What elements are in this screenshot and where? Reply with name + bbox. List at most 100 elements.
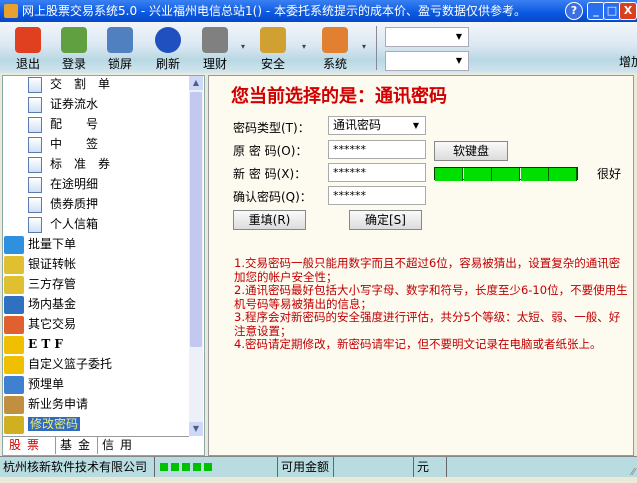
toolbar-button-6[interactable]: 系统 — [312, 24, 358, 72]
security-dropdown-arrow[interactable]: ▾ — [302, 42, 306, 51]
available-label: 可用金额 — [278, 457, 334, 477]
new-password-field[interactable]: ****** — [328, 163, 426, 182]
tree-item-label: 三方存管 — [28, 277, 77, 291]
tree-item[interactable]: 银证转帐 — [4, 254, 76, 274]
licai-dropdown-arrow[interactable]: ▾ — [241, 42, 245, 51]
tree-item[interactable]: 在途明细 — [28, 174, 98, 194]
menu-icon — [4, 255, 24, 274]
sidebar-tabs: 股票 基金 信用 — [3, 436, 189, 454]
menu-icon — [4, 295, 24, 314]
document-icon — [28, 116, 42, 133]
available-value — [334, 457, 414, 477]
connection-led — [204, 463, 212, 471]
scroll-up-arrow[interactable]: ▲ — [189, 76, 203, 90]
page-title: 您当前选择的是：通讯密码 — [231, 86, 447, 107]
chevron-down-icon: ▼ — [455, 56, 462, 65]
tree-item-label: E T F — [28, 337, 63, 351]
menu-icon — [4, 415, 24, 434]
menu-icon — [4, 355, 24, 374]
toolbar-add-button[interactable]: 增加 — [619, 53, 637, 70]
password-strength-bar — [434, 167, 578, 181]
tree-item[interactable]: 场内基金 — [4, 294, 76, 314]
toolbar-button-label: 系统 — [322, 57, 347, 71]
tools-icon — [322, 27, 348, 53]
connection-led — [171, 463, 179, 471]
change-password-panel: 您当前选择的是：通讯密码 密码类型(T)： 通讯密码 ▼ 原 密 码(O)： **… — [208, 75, 634, 456]
tree-item[interactable]: E T F — [4, 334, 63, 354]
toolbar: 退出 登录 锁屏 刷新 理财 安全 系统 ▾ ▾ ▾ ▼ ▼ 增加 — [0, 22, 637, 73]
tree-item[interactable]: 新业务申请 — [4, 394, 88, 414]
tree-item[interactable]: 中 签 — [28, 134, 98, 154]
toolbar-combo-2[interactable]: ▼ — [385, 51, 469, 71]
toolbar-button-label: 登录 — [61, 57, 86, 71]
tree-item-label: 证券流水 — [50, 97, 99, 111]
tree-item[interactable]: 其它交易 — [4, 314, 76, 334]
status-blank — [222, 457, 278, 477]
toolbar-button-label: 刷新 — [155, 57, 180, 71]
currency-unit: 元 — [414, 457, 447, 477]
toolbar-button-1[interactable]: 登录 — [51, 24, 97, 72]
tree-item-label: 自定义篮子委托 — [28, 357, 113, 371]
tree-item[interactable]: 批量下单 — [4, 234, 76, 254]
tree-item-label: 配 号 — [50, 117, 99, 131]
help-button[interactable]: ? — [565, 2, 583, 20]
finance-icon — [202, 27, 228, 53]
tree-item[interactable]: 配 号 — [28, 114, 98, 134]
old-password-field[interactable]: ****** — [328, 140, 426, 159]
note-line: 加您的帐户安全性； — [234, 269, 338, 284]
document-icon — [28, 196, 42, 213]
tree-item[interactable]: 证券流水 — [28, 94, 98, 114]
password-type-select[interactable]: 通讯密码 ▼ — [328, 116, 426, 135]
connection-led — [193, 463, 201, 471]
tree-item[interactable]: 标 准 券 — [28, 154, 110, 174]
old-password-label: 原 密 码(O)： — [233, 144, 308, 158]
strength-segment — [492, 168, 521, 181]
confirm-password-field[interactable]: ****** — [328, 186, 426, 205]
toolbar-button-4[interactable]: 理财 — [192, 24, 238, 72]
title-bar: 网上股票交易系统5.0 - 兴业福州电信总站1() - 本委托系统提示的成本价、… — [0, 0, 637, 22]
strength-segment — [435, 168, 463, 181]
password-notes: 1.交易密码一般只能用数字而且不超过6位，容易被猜出，设置复杂的通讯密 加您的帐户… — [234, 257, 634, 352]
tree-item-label: 预埋单 — [28, 377, 65, 391]
connection-led — [182, 463, 190, 471]
reset-button[interactable]: 重填(R) — [233, 210, 306, 230]
menu-icon — [4, 315, 24, 334]
toolbar-divider — [376, 26, 377, 70]
toolbar-combo-1[interactable]: ▼ — [385, 27, 469, 47]
tree-item[interactable]: 修改密码 — [4, 414, 81, 434]
menu-icon — [4, 375, 24, 394]
toolbar-button-3[interactable]: 刷新 — [145, 24, 191, 72]
tree-item-label: 债券质押 — [50, 197, 99, 211]
toolbar-button-0[interactable]: 退出 — [5, 24, 51, 72]
system-dropdown-arrow[interactable]: ▾ — [362, 42, 366, 51]
tree-item[interactable]: 个人信箱 — [28, 214, 98, 234]
toolbar-button-2[interactable]: 锁屏 — [97, 24, 143, 72]
tree-item[interactable]: 债券质押 — [28, 194, 98, 214]
tree-item-label: 新业务申请 — [28, 397, 89, 411]
company-name: 杭州核新软件技术有限公司 — [0, 457, 155, 477]
toolbar-button-label: 理财 — [202, 57, 227, 71]
document-icon — [28, 216, 42, 233]
tree-item[interactable]: 交 割 单 — [28, 74, 110, 94]
close-button[interactable]: X — [619, 2, 637, 20]
note-line: 4.密码请定期修改，新密码请牢记，但不要明文记录在电脑或者纸张上。 — [234, 337, 602, 351]
keys-icon — [260, 27, 286, 53]
tab-stocks[interactable]: 股票 — [9, 437, 45, 454]
window-title: 网上股票交易系统5.0 - 兴业福州电信总站1() - 本委托系统提示的成本价、… — [22, 4, 527, 18]
scroll-down-arrow[interactable]: ▼ — [189, 422, 203, 436]
tab-funds[interactable]: 基金 — [55, 437, 96, 454]
resize-grip-icon[interactable]: ⁄⁄ — [632, 463, 635, 483]
document-icon — [28, 96, 42, 113]
soft-keyboard-button[interactable]: 软键盘 — [434, 141, 508, 161]
scrollbar-thumb[interactable] — [190, 92, 202, 347]
tree-item[interactable]: 预埋单 — [4, 374, 64, 394]
toolbar-button-5[interactable]: 安全 — [250, 24, 296, 72]
document-icon — [28, 176, 42, 193]
tree-item[interactable]: 自定义篮子委托 — [4, 354, 112, 374]
confirm-button[interactable]: 确定[S] — [349, 210, 422, 230]
tab-credit[interactable]: 信用 — [97, 437, 138, 454]
tree-item-label: 银证转帐 — [28, 257, 77, 271]
toolbar-button-label: 退出 — [15, 57, 40, 71]
tree-item[interactable]: 三方存管 — [4, 274, 76, 294]
note-line: 注意设置； — [234, 323, 292, 338]
